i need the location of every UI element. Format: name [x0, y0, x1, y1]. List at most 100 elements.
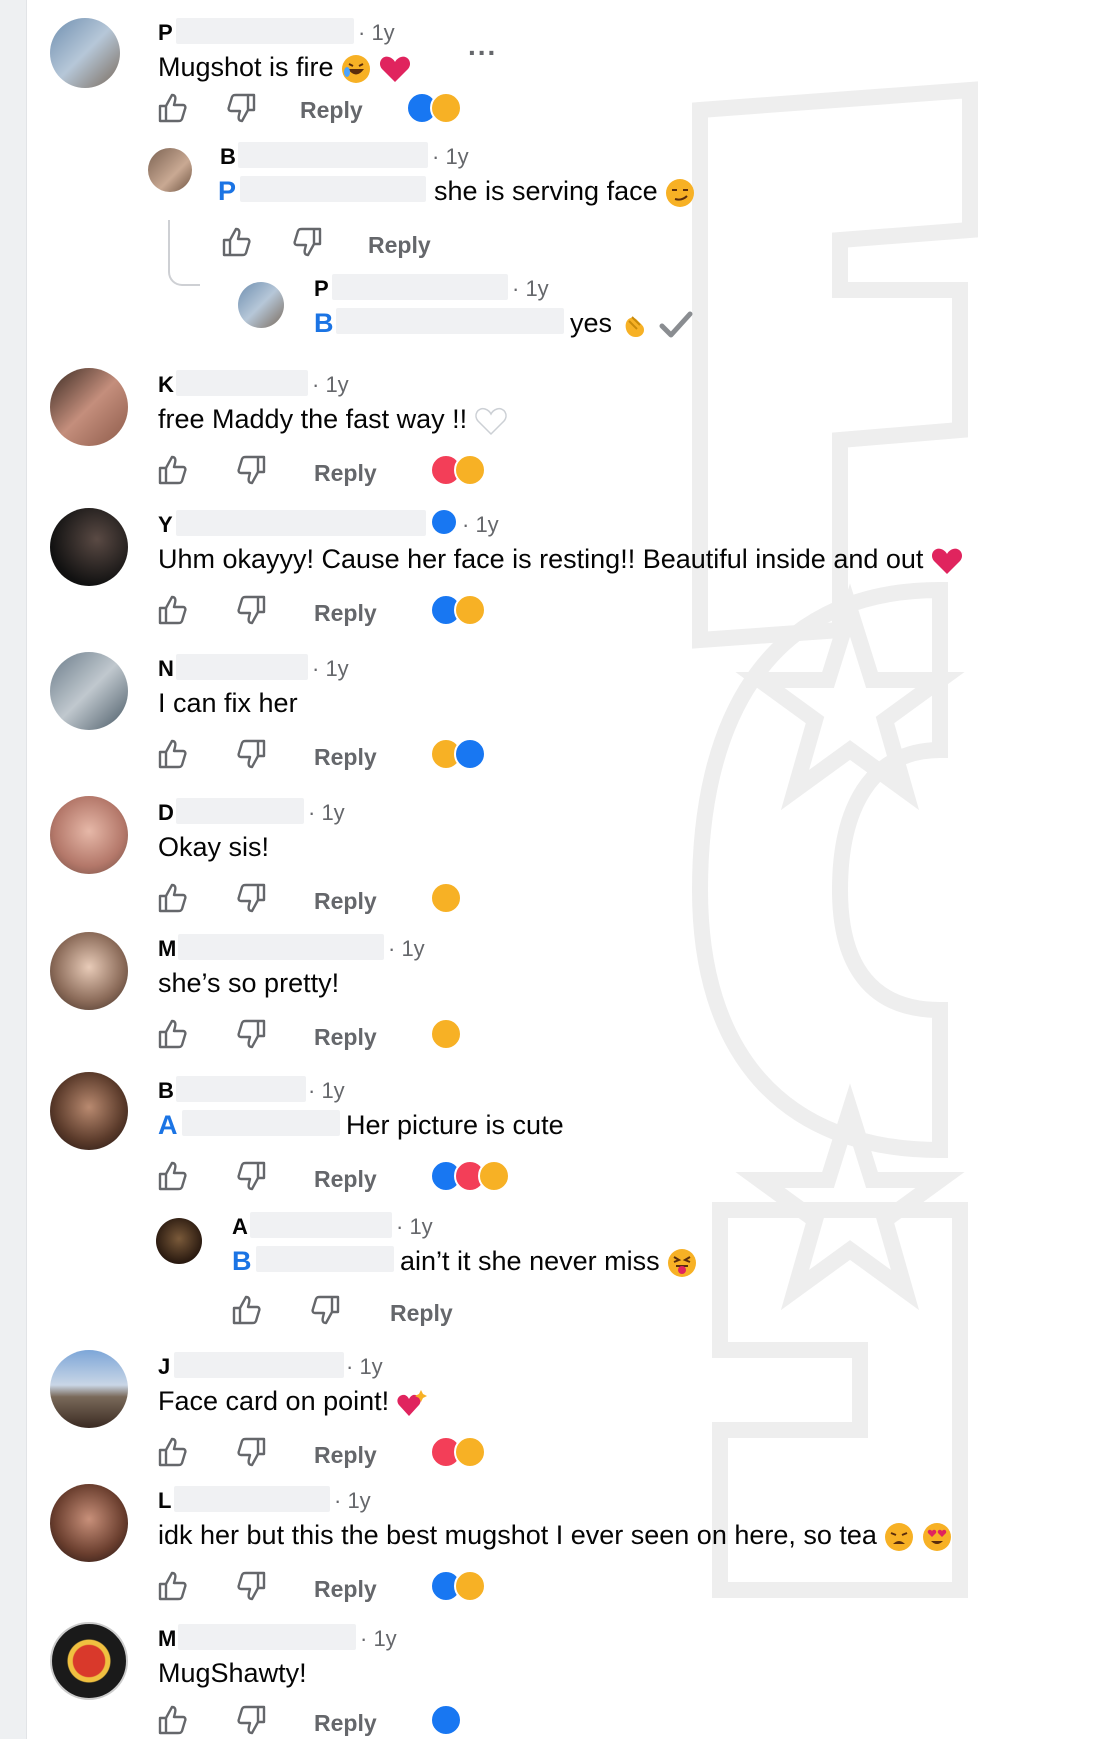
timestamp[interactable]: · 1y [358, 20, 395, 46]
commenter-name[interactable]: A [232, 1214, 248, 1240]
timestamp[interactable]: · 1y [308, 1078, 345, 1104]
timestamp[interactable]: · 1y [360, 1626, 397, 1652]
dislike-icon[interactable] [236, 1160, 268, 1192]
dislike-icon[interactable] [236, 1704, 268, 1736]
dislike-icon[interactable] [236, 1570, 268, 1602]
avatar[interactable] [50, 368, 128, 446]
timestamp[interactable]: · 1y [334, 1488, 371, 1514]
commenter-name[interactable]: M [158, 936, 176, 962]
reply-button[interactable]: Reply [314, 1576, 377, 1603]
commenter-name[interactable]: M [158, 1626, 176, 1652]
timestamp[interactable]: · 1y [388, 936, 425, 962]
timestamp[interactable]: · 1y [308, 800, 345, 826]
avatar[interactable] [50, 1072, 128, 1150]
reply-button[interactable]: Reply [300, 97, 363, 124]
reaction-summary[interactable] [430, 594, 494, 628]
comment-text-content: Face card on point! [158, 1386, 390, 1416]
dislike-icon[interactable] [226, 92, 258, 124]
reply-button[interactable]: Reply [314, 1024, 377, 1051]
avatar[interactable] [50, 1622, 128, 1700]
mention-tag[interactable]: B [314, 308, 334, 339]
weary-face-emoji-icon [885, 1522, 914, 1551]
more-options-button[interactable]: ... [468, 30, 497, 62]
like-icon[interactable] [156, 1704, 188, 1736]
like-icon[interactable] [156, 882, 188, 914]
reply-button[interactable]: Reply [368, 232, 431, 259]
like-icon[interactable] [230, 1294, 262, 1326]
like-icon[interactable] [220, 226, 252, 258]
comment-text: Uhm okayyy! Cause her face is resting!! … [158, 544, 963, 576]
avatar[interactable] [238, 282, 284, 328]
commenter-name[interactable]: B [158, 1078, 174, 1104]
commenter-name[interactable]: D [158, 800, 174, 826]
dislike-icon[interactable] [236, 882, 268, 914]
reaction-summary[interactable] [430, 882, 464, 916]
dislike-icon[interactable] [236, 1018, 268, 1050]
like-icon[interactable] [156, 594, 188, 626]
timestamp[interactable]: · 1y [462, 512, 499, 538]
reply-button[interactable]: Reply [390, 1300, 453, 1327]
commenter-name[interactable]: B [220, 144, 236, 170]
avatar[interactable] [50, 652, 128, 730]
red-heart-emoji-icon [931, 548, 962, 574]
commenter-name[interactable]: J [158, 1354, 170, 1380]
reply-button[interactable]: Reply [314, 460, 377, 487]
timestamp[interactable]: · 1y [312, 372, 349, 398]
like-icon[interactable] [156, 738, 188, 770]
commenter-name[interactable]: Y [158, 512, 173, 538]
like-icon[interactable] [156, 1570, 188, 1602]
dislike-icon[interactable] [236, 594, 268, 626]
care-reaction-icon [454, 454, 486, 486]
avatar[interactable] [50, 1350, 128, 1428]
reaction-summary[interactable] [430, 1436, 494, 1470]
name-redaction [178, 934, 384, 960]
avatar[interactable] [50, 508, 128, 586]
avatar[interactable] [50, 1484, 128, 1562]
mention-tag[interactable]: B [232, 1246, 252, 1277]
mention-tag[interactable]: P [218, 176, 236, 207]
dislike-icon[interactable] [310, 1294, 342, 1326]
timestamp[interactable]: · 1y [432, 144, 469, 170]
reply-button[interactable]: Reply [314, 744, 377, 771]
commenter-name[interactable]: N [158, 656, 174, 682]
avatar[interactable] [50, 932, 128, 1010]
reaction-summary[interactable] [406, 92, 470, 126]
care-reaction-icon [454, 1436, 486, 1468]
dislike-icon[interactable] [236, 454, 268, 486]
care-reaction-icon [454, 1570, 486, 1602]
reaction-summary[interactable] [430, 454, 494, 488]
mention-tag[interactable]: A [158, 1110, 178, 1141]
like-icon[interactable] [156, 1160, 188, 1192]
timestamp[interactable]: · 1y [346, 1354, 383, 1380]
reply-button[interactable]: Reply [314, 1166, 377, 1193]
avatar[interactable] [156, 1218, 202, 1264]
reaction-summary[interactable] [430, 738, 494, 772]
dislike-icon[interactable] [236, 738, 268, 770]
timestamp[interactable]: · 1y [512, 276, 549, 302]
reply-button[interactable]: Reply [314, 888, 377, 915]
reaction-summary[interactable] [430, 1570, 494, 1604]
reply-button[interactable]: Reply [314, 600, 377, 627]
commenter-name[interactable]: P [158, 20, 173, 46]
commenter-name[interactable]: P [314, 276, 329, 302]
timestamp[interactable]: · 1y [396, 1214, 433, 1240]
comment-text-content: yes [570, 308, 613, 338]
reply-button[interactable]: Reply [314, 1710, 377, 1737]
commenter-name[interactable]: L [158, 1488, 171, 1514]
thread-connector [168, 220, 200, 286]
reaction-summary[interactable] [430, 1160, 520, 1194]
like-icon[interactable] [156, 92, 188, 124]
reply-button[interactable]: Reply [314, 1442, 377, 1469]
reaction-summary[interactable] [430, 1704, 464, 1738]
like-icon[interactable] [156, 1436, 188, 1468]
reaction-summary[interactable] [430, 1018, 464, 1052]
dislike-icon[interactable] [236, 1436, 268, 1468]
dislike-icon[interactable] [292, 226, 324, 258]
commenter-name[interactable]: K [158, 372, 174, 398]
avatar[interactable] [50, 18, 120, 88]
like-icon[interactable] [156, 1018, 188, 1050]
avatar[interactable] [148, 148, 192, 192]
timestamp[interactable]: · 1y [312, 656, 349, 682]
like-icon[interactable] [156, 454, 188, 486]
avatar[interactable] [50, 796, 128, 874]
